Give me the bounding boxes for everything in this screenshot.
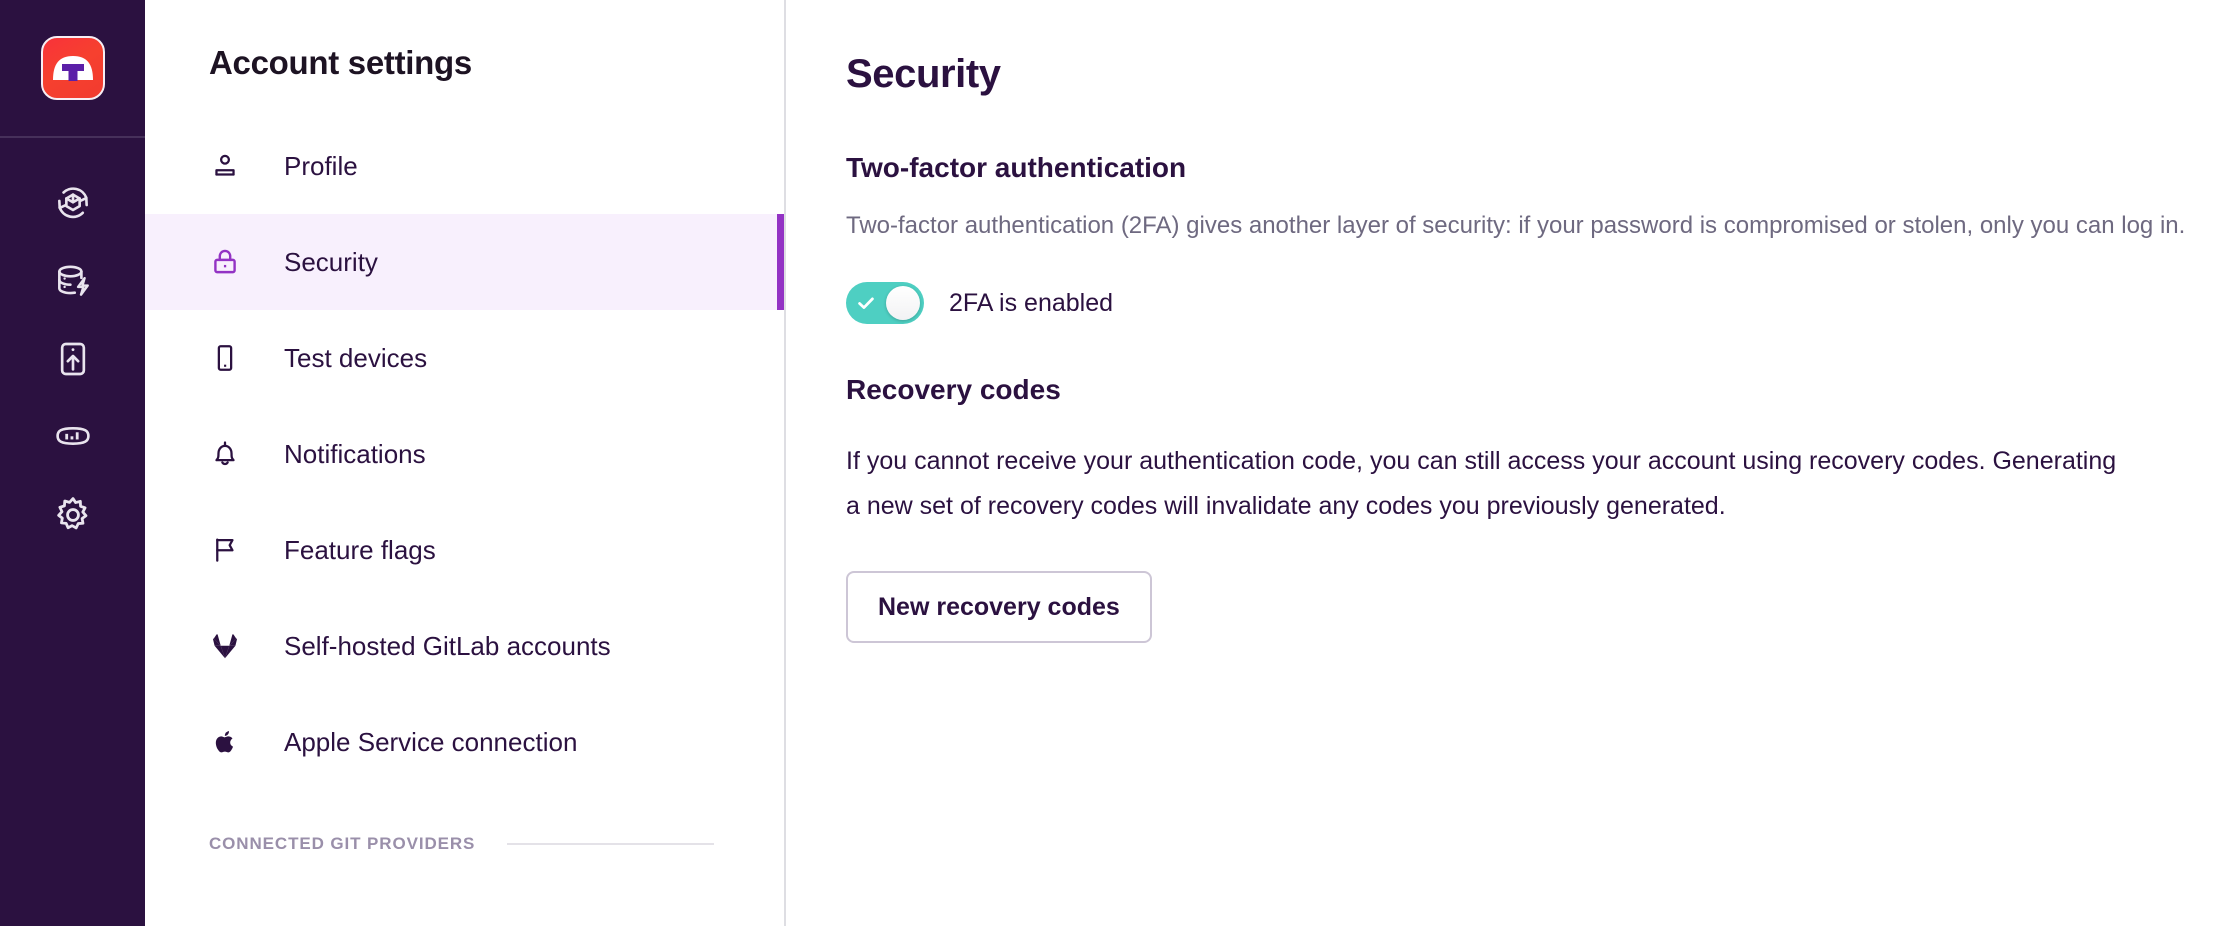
sidebar-item-notifications[interactable]: Notifications: [145, 406, 784, 502]
nav-list: Profile Security Test devices Notificati…: [145, 118, 784, 790]
database-lightning-icon: [52, 260, 94, 302]
sidebar-item-apple-service-connection[interactable]: Apple Service connection: [145, 694, 784, 790]
lock-icon: [209, 246, 257, 278]
sidebar-item-label: Test devices: [284, 342, 428, 373]
account-settings-page: Account settings Profile Security Test d…: [0, 0, 2236, 926]
security-page-title: Security: [846, 52, 1001, 96]
sidebar-item-label: Notifications: [284, 438, 426, 469]
sidebar-item-label: Apple Service connection: [284, 726, 578, 757]
recovery-codes-heading: Recovery codes: [846, 374, 1061, 405]
account-settings-nav: Account settings Profile Security Test d…: [145, 0, 786, 926]
sidebar-item-security[interactable]: Security: [145, 214, 784, 310]
analytics-chart-icon: [52, 416, 94, 458]
recovery-codes-description: If you cannot receive your authenticatio…: [846, 447, 2117, 520]
sidebar-item-data[interactable]: [37, 242, 109, 320]
sidebar-item-label: Self-hosted GitLab accounts: [284, 630, 611, 661]
sidebar-item-analytics[interactable]: [37, 398, 109, 476]
security-panel: Security Two-factor authentication Two-f…: [786, 0, 2236, 926]
two-factor-toggle[interactable]: [846, 282, 924, 324]
check-icon: [853, 292, 879, 314]
connected-git-providers-section: CONNECTED GIT PROVIDERS: [145, 834, 784, 854]
app-icon-rail: [0, 0, 145, 926]
gear-icon: [52, 494, 94, 536]
app-upload-icon: [53, 339, 93, 379]
sidebar-item-releases[interactable]: [37, 320, 109, 398]
app-logo[interactable]: [40, 36, 105, 100]
two-factor-toggle-row: 2FA is enabled: [846, 282, 2236, 324]
sidebar-item-profile[interactable]: Profile: [145, 118, 784, 214]
sidebar-item-settings[interactable]: [37, 476, 109, 554]
section-label: CONNECTED GIT PROVIDERS: [209, 834, 476, 853]
sidebar-item-deployments[interactable]: [37, 164, 109, 242]
logo-cell: [0, 0, 145, 138]
sidebar-item-test-devices[interactable]: Test devices: [145, 310, 784, 406]
sidebar-item-label: Profile: [284, 150, 358, 181]
bell-icon: [209, 438, 257, 470]
toggle-knob: [886, 286, 920, 320]
two-factor-toggle-label: 2FA is enabled: [949, 288, 1114, 317]
flag-icon: [209, 534, 257, 566]
divider: [507, 843, 714, 845]
rail-icon-list: [0, 138, 145, 554]
two-factor-heading: Two-factor authentication: [846, 152, 1187, 183]
deploy-cube-refresh-icon: [52, 182, 94, 224]
apple-icon: [209, 726, 257, 758]
phone-icon: [209, 342, 257, 374]
two-factor-description: Two-factor authentication (2FA) gives an…: [846, 212, 2186, 239]
gitlab-icon: [209, 630, 257, 662]
sidebar-item-self-hosted-gitlab[interactable]: Self-hosted GitLab accounts: [145, 598, 784, 694]
sidebar-item-feature-flags[interactable]: Feature flags: [145, 502, 784, 598]
sidebar-item-label: Security: [284, 246, 378, 277]
sidebar-item-label: Feature flags: [284, 534, 436, 565]
person-icon: [209, 150, 257, 182]
new-recovery-codes-button[interactable]: New recovery codes: [846, 571, 1152, 643]
page-title: Account settings: [209, 44, 472, 81]
